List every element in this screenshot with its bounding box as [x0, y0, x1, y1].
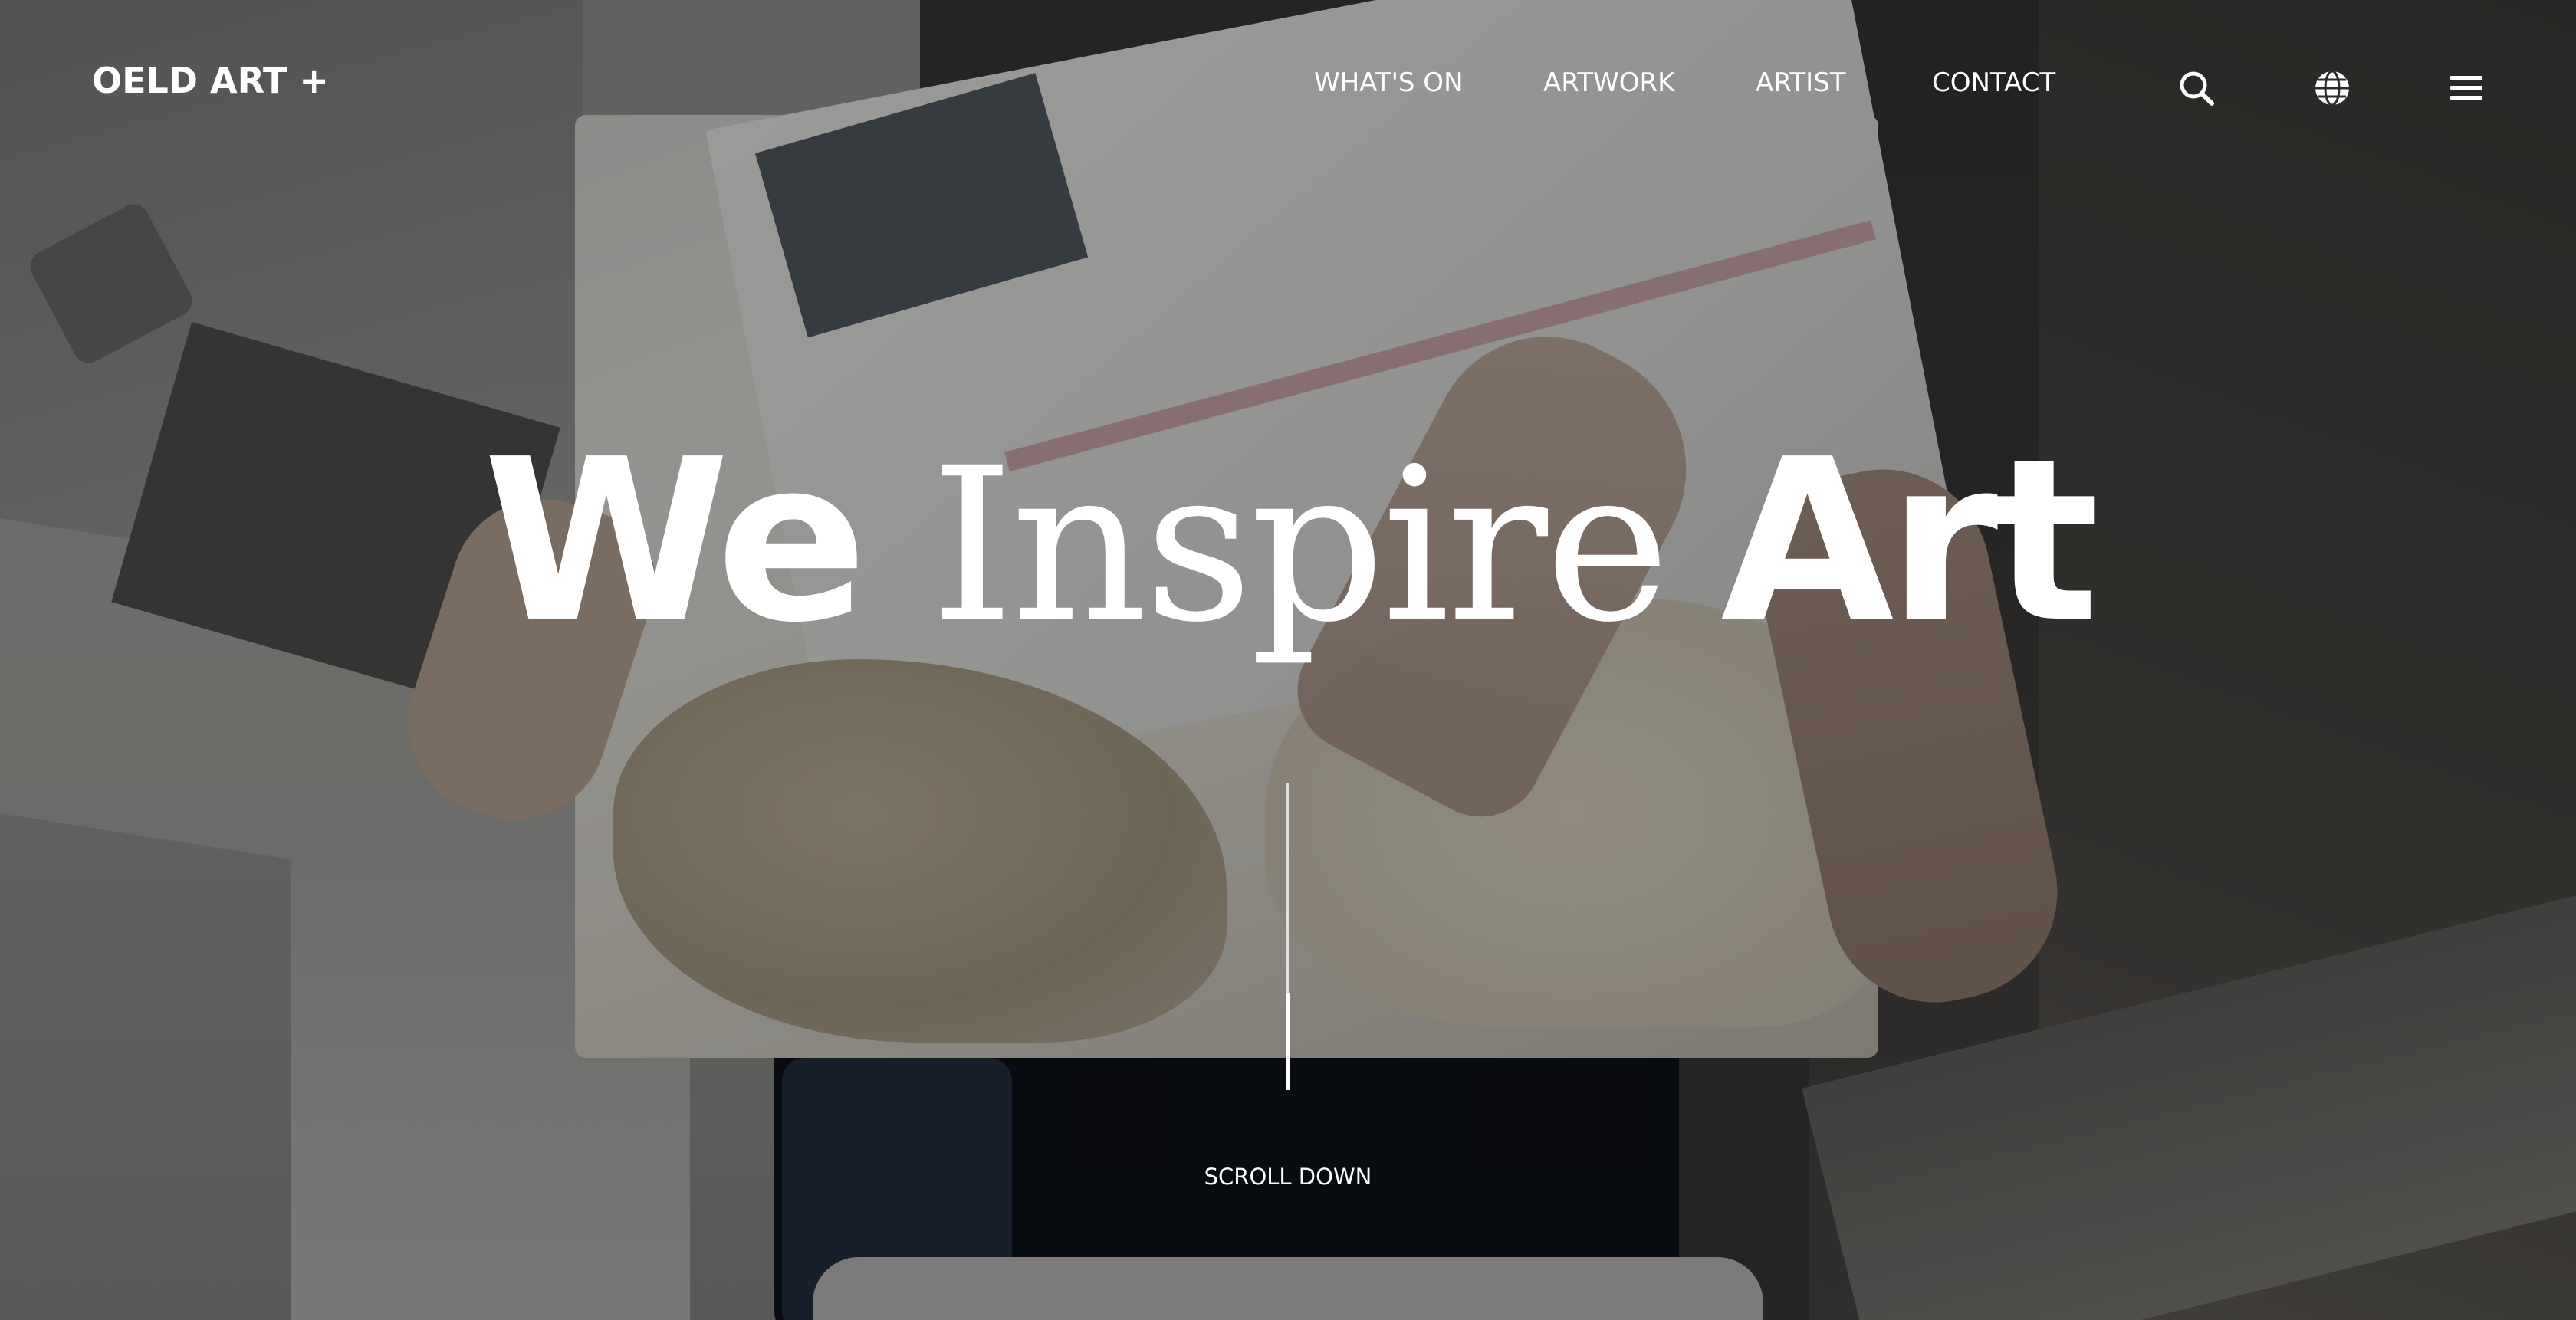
hero-headline: We Inspire Art: [0, 429, 2576, 653]
menu-button[interactable]: [2446, 67, 2487, 109]
nav-item-contact[interactable]: CONTACT: [1932, 67, 2055, 98]
menu-icon: [2450, 76, 2482, 100]
headline-word-inspire: Inspire: [930, 423, 1671, 669]
nav-item-whats-on[interactable]: WHAT'S ON: [1314, 67, 1464, 98]
search-icon: [2180, 71, 2214, 106]
nav-item-artist[interactable]: ARTIST: [1756, 67, 1846, 98]
hero-section: OELD ART + WHAT'S ON ARTWORK ARTIST CONT…: [0, 0, 2576, 1320]
scroll-indicator-progress: [1286, 993, 1290, 1090]
scroll-down-link[interactable]: SCROLL DOWN: [0, 1164, 2576, 1190]
site-logo[interactable]: OELD ART +: [92, 60, 329, 101]
site-header: OELD ART + WHAT'S ON ARTWORK ARTIST CONT…: [0, 0, 2576, 176]
headline-word-art: Art: [1720, 411, 2099, 671]
globe-icon: [2315, 70, 2349, 107]
nav-item-artwork[interactable]: ARTWORK: [1543, 67, 1674, 98]
language-button[interactable]: [2312, 67, 2353, 109]
search-button[interactable]: [2176, 67, 2217, 109]
headline-word-we: We: [483, 411, 868, 671]
